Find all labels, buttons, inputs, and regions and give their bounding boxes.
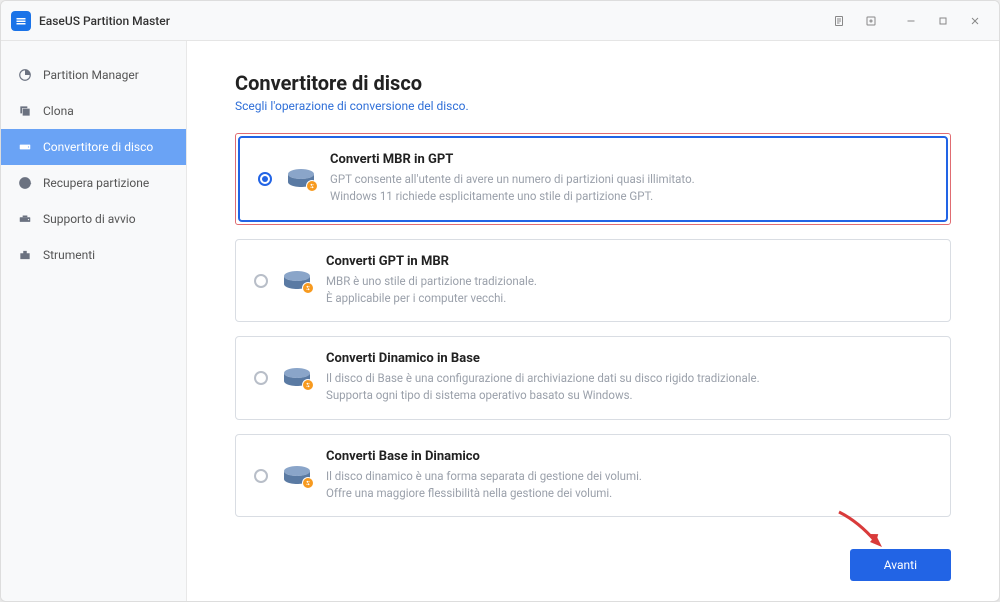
- sidebar-item-label: Strumenti: [43, 248, 95, 262]
- sidebar-item-label: Partition Manager: [43, 68, 139, 82]
- option-mbr-to-gpt-highlight: Converti MBR in GPT GPT consente all'ute…: [235, 133, 951, 225]
- option-title: Converti GPT in MBR: [326, 254, 932, 269]
- convert-badge-icon: [302, 379, 314, 391]
- radio-icon[interactable]: [254, 371, 268, 385]
- convert-badge-icon: [302, 282, 314, 294]
- option-gpt-to-mbr[interactable]: Converti GPT in MBR MBR è uno stile di p…: [235, 239, 951, 323]
- maximize-icon[interactable]: [929, 7, 957, 35]
- option-desc: MBR è uno stile di partizione tradiziona…: [326, 273, 932, 308]
- convert-badge-icon: [302, 477, 314, 489]
- option-desc: Il disco di Base è una configurazione di…: [326, 370, 932, 405]
- option-text: Converti MBR in GPT GPT consente all'ute…: [330, 152, 928, 206]
- disk-drive-icon: [282, 367, 312, 389]
- toolbox-icon: [17, 247, 33, 263]
- sidebar-item-label: Convertitore di disco: [43, 140, 153, 154]
- option-title: Converti Base in Dinamico: [326, 449, 932, 464]
- option-desc: GPT consente all'utente di avere un nume…: [330, 171, 928, 206]
- main-content: Convertitore di disco Scegli l'operazion…: [187, 41, 999, 601]
- footer: Avanti: [235, 535, 951, 581]
- recovery-icon: [17, 175, 33, 191]
- disk-drive-icon: [286, 168, 316, 190]
- sidebar-item-disk-converter[interactable]: Convertitore di disco: [1, 129, 186, 165]
- sidebar-item-label: Clona: [43, 104, 74, 118]
- sidebar-item-tools[interactable]: Strumenti: [1, 237, 186, 273]
- option-text: Converti GPT in MBR MBR è uno stile di p…: [326, 254, 932, 308]
- titlebar-right: [825, 7, 989, 35]
- next-button[interactable]: Avanti: [850, 549, 951, 581]
- app-title: EaseUS Partition Master: [39, 14, 170, 28]
- minimize-icon[interactable]: [897, 7, 925, 35]
- sidebar: Partition Manager Clona Convertitore di …: [1, 41, 187, 601]
- app-body: Partition Manager Clona Convertitore di …: [1, 41, 999, 601]
- clone-icon: [17, 103, 33, 119]
- disk-drive-icon: [282, 465, 312, 487]
- app-icon: [11, 11, 31, 31]
- options-list: Converti MBR in GPT GPT consente all'ute…: [235, 133, 951, 517]
- option-mbr-to-gpt[interactable]: Converti MBR in GPT GPT consente all'ute…: [238, 136, 948, 222]
- sidebar-item-partition-recovery[interactable]: Recupera partizione: [1, 165, 186, 201]
- option-text: Converti Base in Dinamico Il disco dinam…: [326, 449, 932, 503]
- close-icon[interactable]: [961, 7, 989, 35]
- pie-icon: [17, 67, 33, 83]
- option-title: Converti Dinamico in Base: [326, 351, 932, 366]
- sidebar-item-partition-manager[interactable]: Partition Manager: [1, 57, 186, 93]
- disk-drive-icon: [282, 270, 312, 292]
- option-basic-to-dynamic[interactable]: Converti Base in Dinamico Il disco dinam…: [235, 434, 951, 518]
- app-window: EaseUS Partition Master: [0, 0, 1000, 602]
- option-dynamic-to-basic[interactable]: Converti Dinamico in Base Il disco di Ba…: [235, 336, 951, 420]
- radio-icon[interactable]: [254, 274, 268, 288]
- sidebar-item-label: Recupera partizione: [43, 176, 149, 190]
- disk-icon: [17, 139, 33, 155]
- bootable-icon: [17, 211, 33, 227]
- notes-icon[interactable]: [825, 7, 853, 35]
- sidebar-item-label: Supporto di avvio: [43, 212, 136, 226]
- titlebar: EaseUS Partition Master: [1, 1, 999, 41]
- sidebar-item-clone[interactable]: Clona: [1, 93, 186, 129]
- radio-icon[interactable]: [254, 469, 268, 483]
- option-text: Converti Dinamico in Base Il disco di Ba…: [326, 351, 932, 405]
- option-desc: Il disco dinamico è una forma separata d…: [326, 468, 932, 503]
- page-subtitle: Scegli l'operazione di conversione del d…: [235, 99, 951, 113]
- sidebar-item-bootable-media[interactable]: Supporto di avvio: [1, 201, 186, 237]
- convert-badge-icon: [306, 180, 318, 192]
- option-title: Converti MBR in GPT: [330, 152, 928, 167]
- titlebar-left: EaseUS Partition Master: [11, 11, 170, 31]
- radio-checked-icon[interactable]: [258, 172, 272, 186]
- page-title: Convertitore di disco: [235, 71, 951, 95]
- settings-icon[interactable]: [857, 7, 885, 35]
